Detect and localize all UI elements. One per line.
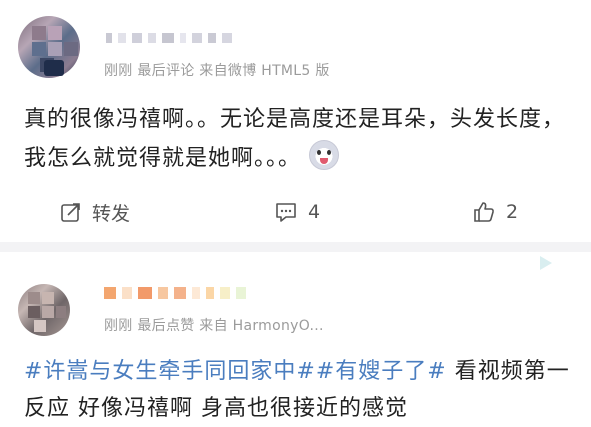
post-body: 真的很像冯禧啊。。无论是高度还是耳朵，头发长度，我怎么就觉得就是她啊。。。: [24, 100, 584, 178]
comment-count: 4: [308, 201, 321, 223]
like-count: 2: [506, 201, 519, 223]
repost-button[interactable]: 转发: [60, 198, 130, 226]
username-redacted[interactable]: [106, 28, 232, 48]
hashtag-link[interactable]: #许嵩与女生牵手同回家中#: [24, 359, 316, 384]
like-icon: [474, 202, 494, 222]
like-button[interactable]: 2: [472, 198, 518, 226]
avatar[interactable]: [18, 284, 70, 336]
repost-icon: [61, 203, 80, 222]
repost-label: 转发: [92, 202, 131, 225]
verified-icon: [44, 60, 64, 76]
comment-icon: [276, 203, 296, 222]
post-meta: 刚刚 最后点赞 来自 HarmonyO...: [104, 318, 324, 334]
comment-button[interactable]: 4: [274, 198, 320, 226]
divider: [0, 242, 591, 252]
post-meta: 刚刚 最后评论 来自微博 HTML5 版: [104, 63, 330, 79]
post-body: #许嵩与女生牵手同回家中##有嫂子了# 看视频第一反应 好像冯禧啊 身高也很接近…: [24, 353, 584, 427]
hashtag-link[interactable]: #有嫂子了#: [316, 359, 447, 384]
emoji-icon: [309, 140, 340, 170]
post-text: 真的很像冯禧啊。。无论是高度还是耳朵，头发长度，我怎么就觉得就是她啊。。。: [24, 107, 566, 171]
username-redacted[interactable]: [104, 284, 246, 302]
decoration: [540, 256, 552, 270]
